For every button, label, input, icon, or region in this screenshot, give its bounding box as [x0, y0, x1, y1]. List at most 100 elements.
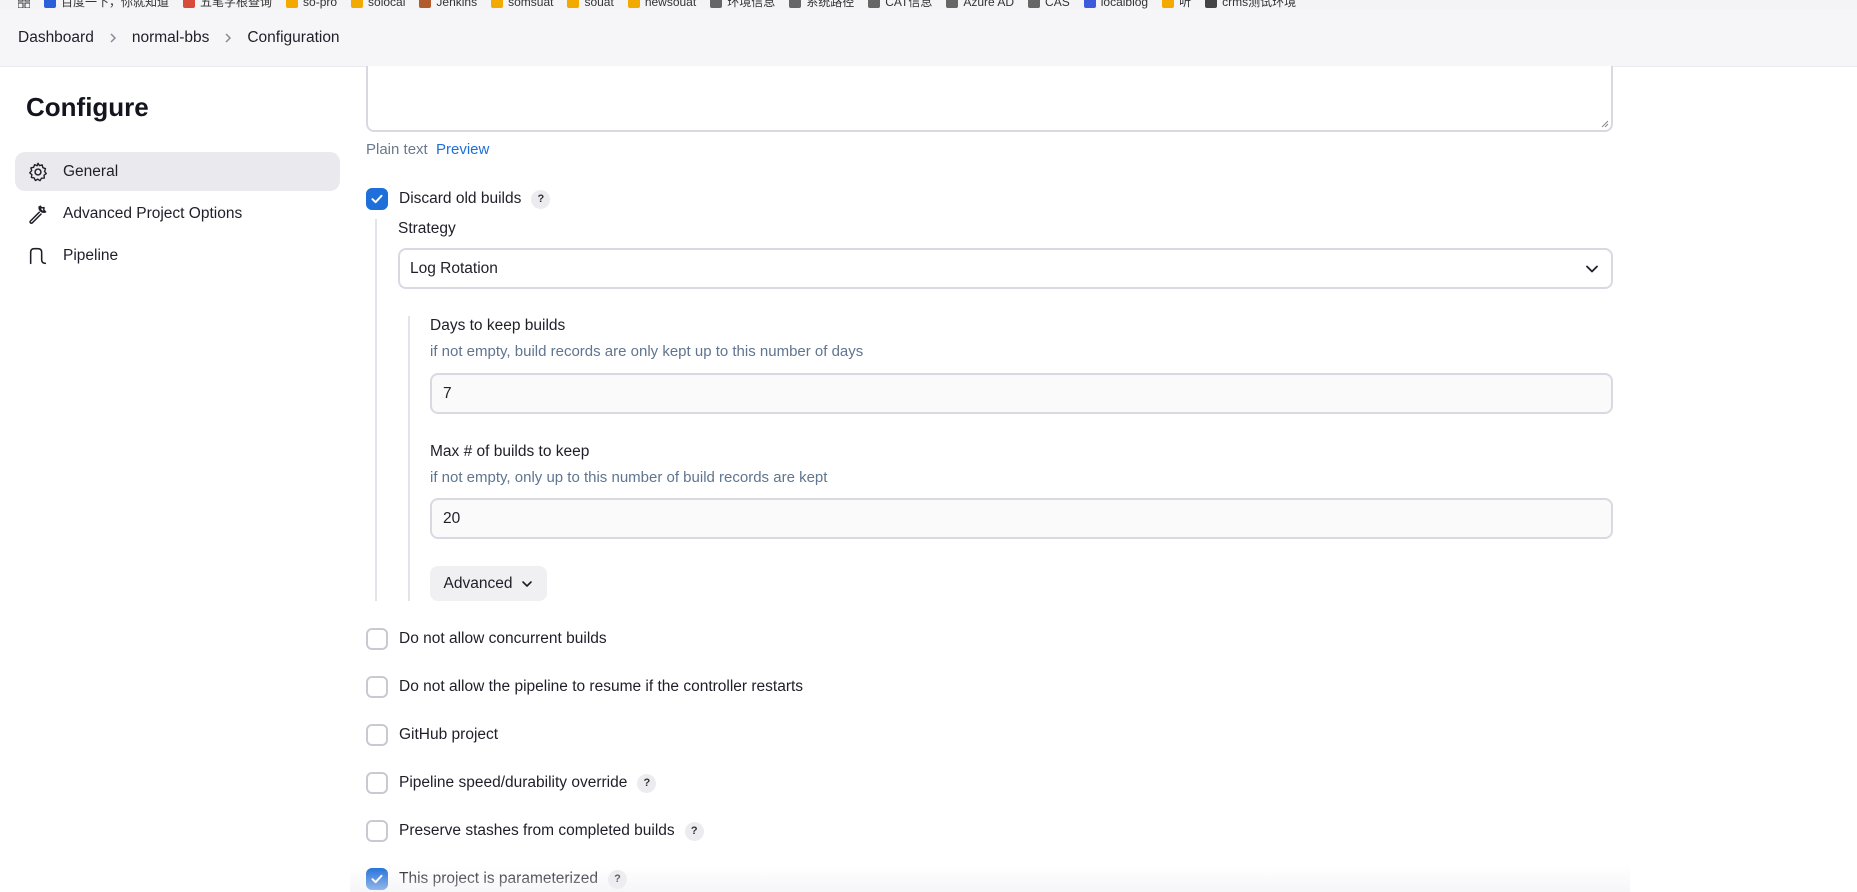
- option-label: Do not allow the pipeline to resume if t…: [399, 678, 804, 695]
- bookmark-icon: [491, 0, 504, 8]
- gear-icon: [29, 162, 47, 181]
- apps-icon[interactable]: [18, 0, 30, 8]
- sidebar-item-label: Pipeline: [63, 246, 119, 264]
- strategy-select[interactable]: Log Rotation: [398, 248, 1613, 289]
- bookmark-icon: [1083, 0, 1096, 8]
- chevron-right-icon: [108, 32, 118, 43]
- option-checkbox[interactable]: [366, 628, 388, 650]
- section-divider: [408, 316, 410, 601]
- pipeline-icon: [29, 247, 47, 264]
- bookmarks-bar: 百度一下，你就知道 五笔字根查询 so-pro solocal Jenkins somsu…: [0, 0, 1857, 9]
- bookmark-label: newsouat: [644, 0, 697, 9]
- bookmark-label: solocal: [368, 0, 406, 9]
- sidebar-item-label: General: [63, 162, 119, 180]
- checkmark-icon: [371, 874, 383, 884]
- discard-old-builds-checkbox[interactable]: [366, 188, 388, 210]
- bookmark-icon: [789, 0, 802, 8]
- help-icon[interactable]: ?: [531, 189, 551, 209]
- bookmark-item[interactable]: localblog: [1083, 0, 1149, 9]
- breadcrumb-configuration[interactable]: Configuration: [247, 29, 339, 47]
- max-builds-input[interactable]: 20: [430, 498, 1613, 539]
- bookmark-icon: [946, 0, 959, 8]
- bookmark-item[interactable]: newsouat: [627, 0, 697, 9]
- bookmark-item[interactable]: 百度一下，你就知道: [44, 0, 169, 9]
- bookmark-item[interactable]: CAT信息: [868, 0, 932, 9]
- bookmark-item[interactable]: souat: [567, 0, 614, 9]
- bookmark-label: Azure AD: [963, 0, 1015, 9]
- option-row-concurrent: Do not allow concurrent builds: [366, 628, 607, 650]
- page-title: Configure: [26, 92, 149, 122]
- checkmark-icon: [371, 194, 383, 204]
- option-label: This project is parameterized: [399, 870, 598, 887]
- days-to-keep-description: if not empty, build records are only kep…: [430, 343, 864, 360]
- bookmark-item[interactable]: CAS: [1028, 0, 1070, 9]
- max-builds-description: if not empty, only up to this number of …: [430, 469, 828, 486]
- wrench-icon: [29, 204, 47, 224]
- bookmark-label: souat: [584, 0, 614, 9]
- option-row-parameterized: This project is parameterized ?: [366, 868, 627, 890]
- bookmark-label: 五笔字根查询: [200, 0, 273, 9]
- strategy-value: Log Rotation: [410, 259, 498, 277]
- bookmark-item[interactable]: 听: [1162, 0, 1191, 9]
- option-checkbox[interactable]: [366, 772, 388, 794]
- bookmark-label: somsuat: [508, 0, 554, 9]
- advanced-button[interactable]: Advanced: [430, 566, 547, 601]
- bookmark-icon: [183, 0, 196, 8]
- preview-link[interactable]: Preview: [436, 141, 489, 158]
- bookmark-icon: [868, 0, 881, 8]
- description-textarea[interactable]: [366, 66, 1613, 132]
- days-to-keep-input[interactable]: 7: [430, 373, 1613, 414]
- option-row-durability: Pipeline speed/durability override ?: [366, 772, 657, 794]
- bookmark-item[interactable]: 五笔字根查询: [183, 0, 272, 9]
- help-icon[interactable]: ?: [684, 821, 704, 841]
- option-label: GitHub project: [399, 726, 499, 743]
- bookmark-item[interactable]: solocal: [351, 0, 405, 9]
- bookmark-icon: [1205, 0, 1218, 8]
- option-label: Pipeline speed/durability override: [399, 774, 628, 791]
- max-builds-label: Max # of builds to keep: [430, 443, 590, 460]
- bookmark-label: 百度一下，你就知道: [61, 0, 170, 9]
- bookmark-item[interactable]: Azure AD: [946, 0, 1014, 9]
- option-checkbox[interactable]: [366, 676, 388, 698]
- chevron-right-icon: [223, 32, 233, 43]
- bookmark-icon: [567, 0, 580, 8]
- bookmark-icon: [710, 0, 723, 8]
- bookmark-item[interactable]: so-pro: [286, 0, 337, 9]
- breadcrumb-project[interactable]: normal-bbs: [132, 29, 210, 47]
- days-to-keep-label: Days to keep builds: [430, 317, 566, 334]
- bookmark-label: localblog: [1100, 0, 1149, 9]
- bookmark-icon: [1028, 0, 1041, 8]
- help-icon[interactable]: ?: [637, 773, 657, 793]
- option-checkbox[interactable]: [366, 724, 388, 746]
- bookmark-icon: [351, 0, 364, 8]
- bookmark-label: so-pro: [303, 0, 338, 9]
- breadcrumb: Dashboard normal-bbs Configuration: [0, 9, 1857, 67]
- bookmark-label: CAS: [1045, 0, 1070, 9]
- section-divider: [375, 219, 377, 601]
- bookmark-label: CAT信息: [885, 0, 933, 9]
- bookmark-icon: [286, 0, 299, 8]
- sidebar-item-advanced-project-options[interactable]: Advanced Project Options: [15, 194, 340, 233]
- sidebar-item-general[interactable]: General: [15, 152, 340, 191]
- resize-handle-icon[interactable]: [1599, 118, 1609, 128]
- bookmark-icon: [44, 0, 56, 8]
- max-builds-value: 20: [443, 509, 461, 527]
- bookmarks-list: 百度一下，你就知道 五笔字根查询 so-pro solocal Jenkins somsu…: [18, 0, 1296, 9]
- bookmark-label: 系统路径: [806, 0, 855, 9]
- option-checkbox[interactable]: [366, 868, 388, 890]
- bookmark-item[interactable]: 环境信息: [710, 0, 775, 9]
- bookmark-item[interactable]: Jenkins: [419, 0, 477, 9]
- plain-text-label: Plain text: [366, 141, 428, 158]
- bookmark-item[interactable]: somsuat: [491, 0, 553, 9]
- option-label: Do not allow concurrent builds: [399, 630, 607, 647]
- bookmark-item[interactable]: 系统路径: [789, 0, 854, 9]
- days-to-keep-value: 7: [443, 384, 452, 402]
- sidebar-item-pipeline[interactable]: Pipeline: [15, 236, 340, 275]
- help-icon[interactable]: ?: [608, 869, 627, 889]
- strategy-label: Strategy: [398, 220, 456, 237]
- bookmark-item[interactable]: crms测试环境: [1205, 0, 1296, 9]
- chevron-down-icon: [522, 580, 533, 587]
- breadcrumb-dashboard[interactable]: Dashboard: [18, 29, 94, 47]
- option-checkbox[interactable]: [366, 820, 388, 842]
- bookmark-icon: [627, 0, 640, 8]
